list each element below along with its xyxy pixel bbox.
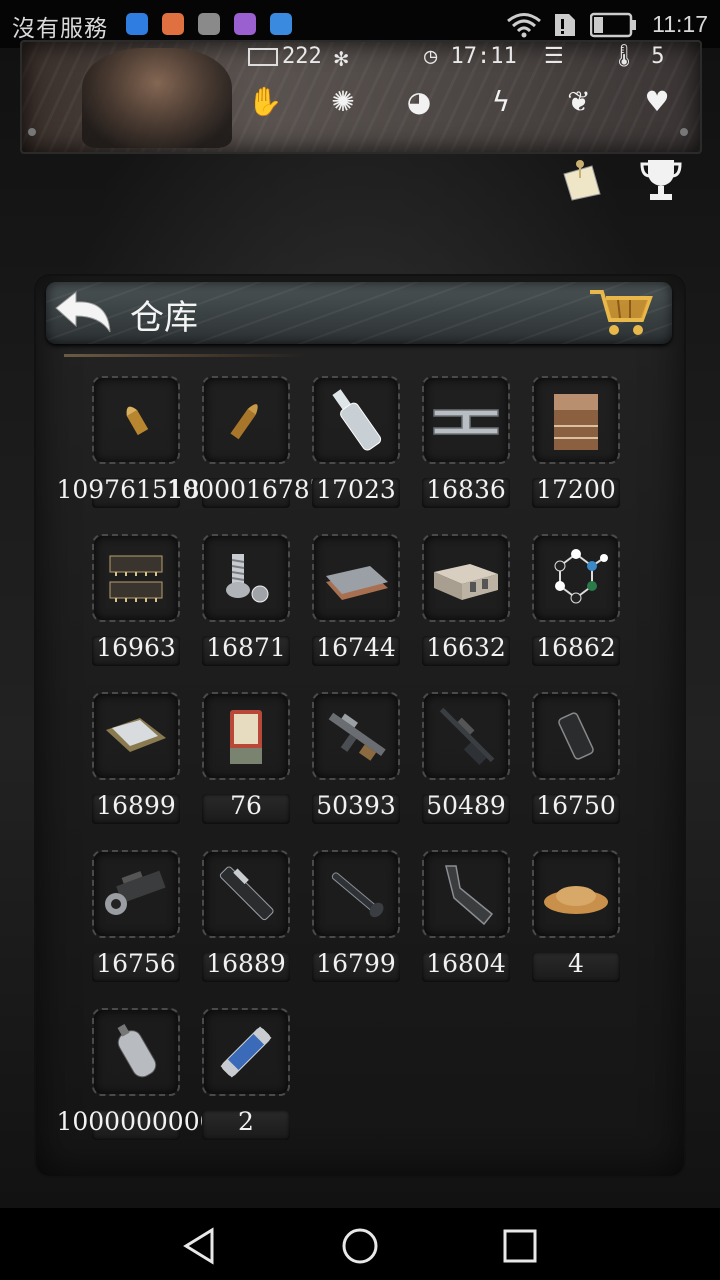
item-slot[interactable] (312, 850, 400, 938)
item-slot[interactable] (532, 850, 620, 938)
sniper-rifle-icon (439, 707, 495, 765)
inventory-item[interactable]: 16862 (532, 534, 642, 684)
gallery-notification-icon (198, 13, 220, 35)
thermometer-icon: 🌡︎ (610, 44, 638, 69)
item-slot[interactable] (202, 850, 290, 938)
item-slot[interactable] (312, 534, 400, 622)
bolt-decoration (680, 128, 688, 136)
back-arrow-icon[interactable] (52, 288, 114, 338)
rifle-bullet-icon (230, 404, 258, 440)
powder-pile-icon (544, 886, 608, 914)
wifi-notification-icon (270, 13, 292, 35)
wood-planks-icon (554, 394, 598, 450)
rifle-stock-icon (445, 865, 494, 926)
metal-plates-icon (326, 566, 388, 600)
brain-energy-icon[interactable]: ϟ (484, 84, 518, 118)
item-slot[interactable] (312, 376, 400, 464)
hud-stat-temperature: 🌡︎ 5 (610, 44, 664, 69)
app-notification-icon (126, 13, 148, 35)
molecule-icon (554, 549, 608, 604)
battery-icon (590, 12, 636, 38)
pistol-bullet-icon (126, 406, 149, 436)
hud-stat-value: 5 (651, 44, 665, 69)
item-quantity: 2 (238, 1107, 254, 1136)
item-slot[interactable] (422, 376, 510, 464)
recents-square-icon[interactable] (500, 1226, 540, 1266)
hud-stat-time: ◷ 17:11 (424, 44, 517, 69)
item-slot[interactable] (92, 1008, 180, 1096)
back-triangle-icon[interactable] (180, 1226, 220, 1266)
app-notification-icon (162, 13, 184, 35)
item-quantity: 16750 (536, 791, 616, 820)
gas-cylinder-icon (117, 1024, 157, 1078)
home-circle-icon[interactable] (340, 1226, 380, 1266)
glass-bottle-icon (332, 389, 382, 451)
item-slot[interactable] (92, 850, 180, 938)
header-divider (64, 354, 308, 357)
gatling-barrel-icon (105, 870, 166, 915)
item-slot[interactable] (202, 534, 290, 622)
hud-stat-ammo: 222 (248, 44, 322, 69)
gun-slide-icon (219, 866, 274, 921)
item-slot[interactable] (92, 376, 180, 464)
bolt-decoration (28, 128, 36, 136)
inventory-item[interactable]: 2 (202, 1008, 312, 1158)
item-slot[interactable] (202, 376, 290, 464)
item-quantity: 4 (568, 949, 584, 978)
steel-beam-icon (433, 409, 499, 435)
quest-note-icon[interactable] (558, 156, 604, 202)
fuse-tube-icon (220, 1026, 272, 1078)
magazine-icon (558, 712, 594, 760)
inventory-item[interactable]: 17200 (532, 376, 642, 526)
trophy-icon[interactable] (638, 156, 684, 202)
item-slot[interactable] (92, 534, 180, 622)
item-quantity: 16862 (536, 633, 616, 662)
hud-stat-value: 17:11 (450, 44, 517, 69)
inventory-item[interactable]: 16750 (532, 692, 642, 842)
snowflake-icon: ✻ (334, 44, 349, 72)
menu-icon[interactable]: ☰ (544, 44, 564, 69)
item-slot[interactable] (532, 534, 620, 622)
player-hud[interactable]: 222 ✻ ◷ 17:11 ☰ 🌡︎ 5 ✋ ✺ ◕ ϟ ❦ ♥ (20, 40, 702, 154)
hud-stat-value: 222 (282, 44, 322, 69)
concrete-block-icon (434, 564, 498, 600)
panel-title: 仓库 (130, 298, 198, 338)
item-slot[interactable] (92, 692, 180, 780)
virus-icon[interactable]: ✺ (326, 84, 360, 118)
stomach-icon[interactable]: ◕ (402, 84, 436, 118)
heart-icon[interactable]: ♥ (640, 84, 674, 118)
item-slot[interactable] (202, 692, 290, 780)
bolt-screw-icon (226, 554, 269, 603)
assault-rifle-icon (328, 712, 386, 761)
inventory-item[interactable]: 4 (532, 850, 642, 1000)
medkit-hand-icon[interactable]: ✋ (248, 84, 283, 118)
microchip-icon (109, 555, 163, 602)
app-notification-icon (234, 13, 256, 35)
item-slot[interactable] (422, 692, 510, 780)
no-sim-icon (555, 14, 575, 36)
system-nav-bar (0, 1208, 720, 1280)
item-slot[interactable] (202, 1008, 290, 1096)
item-slot[interactable] (422, 850, 510, 938)
scope-icon (331, 872, 384, 918)
mood-heart-icon[interactable]: ❦ (562, 84, 596, 118)
player-portrait[interactable] (82, 48, 232, 148)
carrier-label: 沒有服務 (12, 16, 108, 42)
item-slot[interactable] (312, 692, 400, 780)
item-quantity: 17200 (536, 475, 616, 504)
clock-icon: ◷ (424, 44, 438, 69)
item-slot[interactable] (532, 376, 620, 464)
clock: 11:17 (652, 11, 708, 37)
shop-cart-icon[interactable] (588, 286, 658, 340)
cpu-processor-icon (106, 718, 166, 752)
crate-icon (248, 48, 278, 66)
item-slot[interactable] (422, 534, 510, 622)
fuel-can-icon (230, 710, 262, 764)
item-slot[interactable] (532, 692, 620, 780)
wifi-signal-icon (507, 13, 541, 38)
